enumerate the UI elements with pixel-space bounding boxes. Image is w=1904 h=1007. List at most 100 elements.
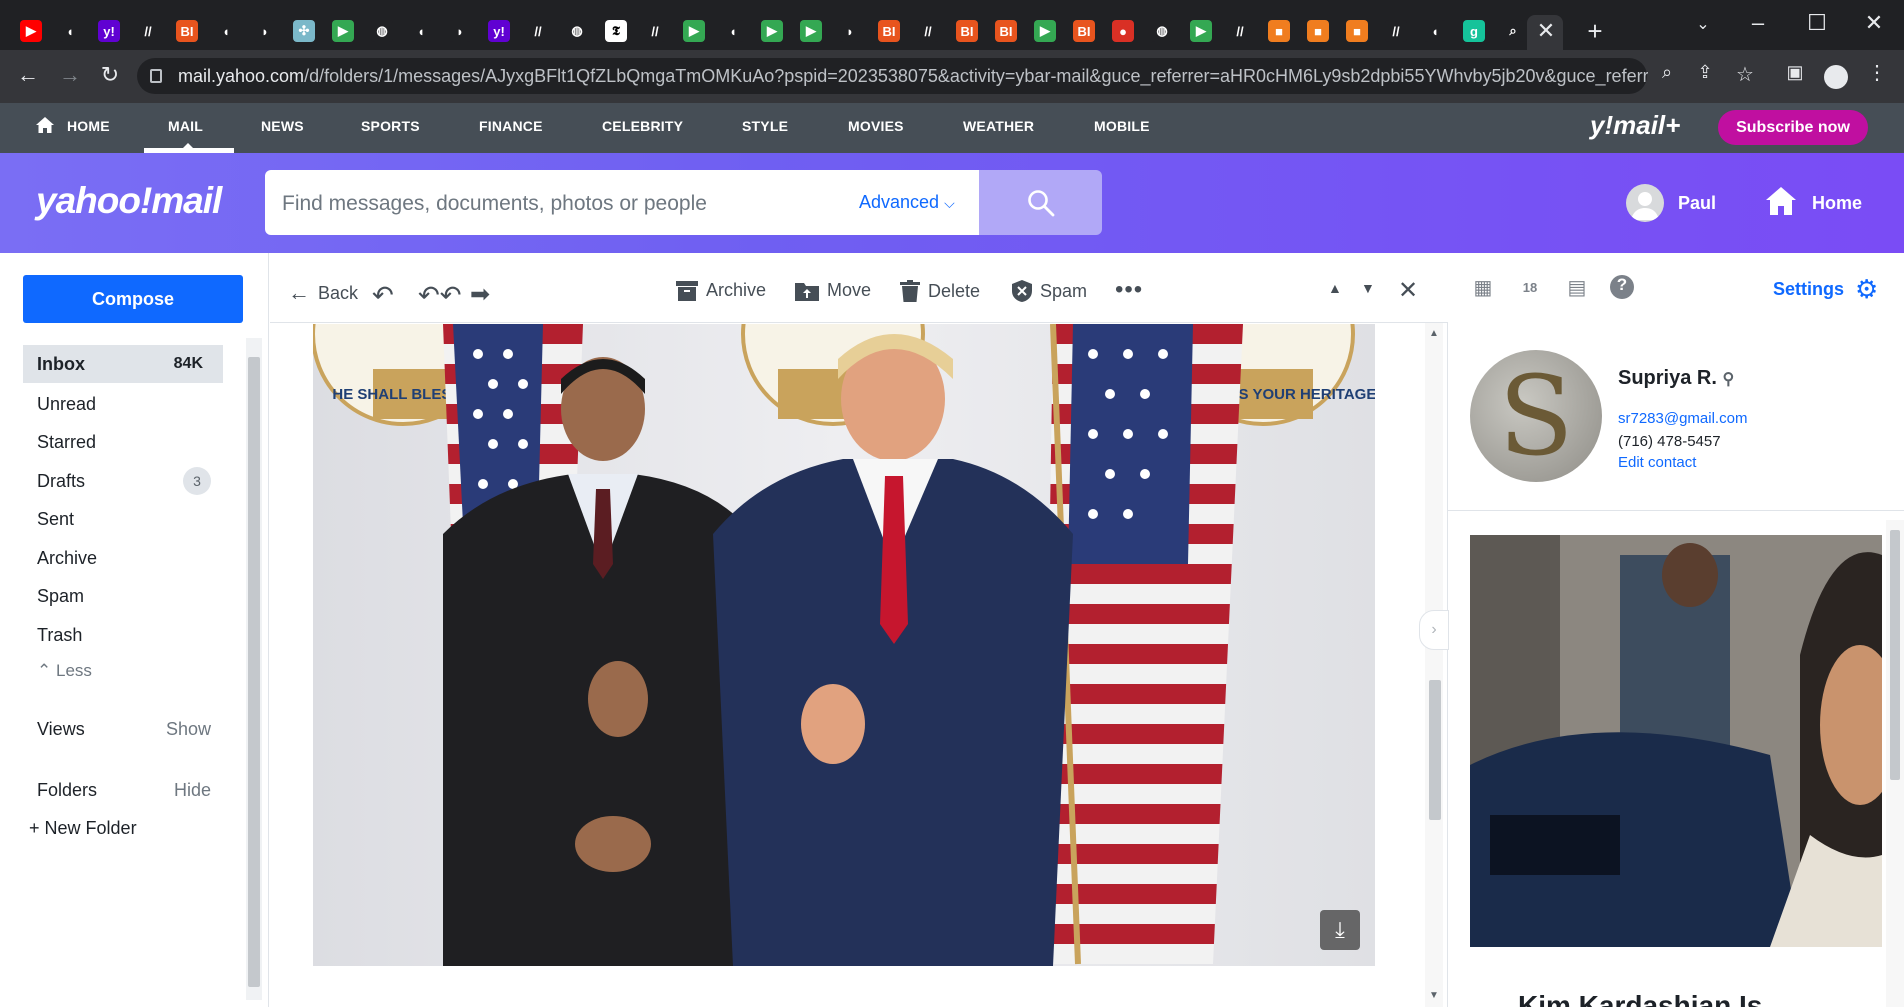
- subscribe-button[interactable]: Subscribe now: [1718, 110, 1868, 145]
- nav-celebrity[interactable]: CELEBRITY: [602, 118, 683, 134]
- folder-sent[interactable]: Sent: [23, 500, 223, 538]
- tab-puzzle-icon[interactable]: ✣: [293, 20, 315, 42]
- tab-play-icon[interactable]: ▶: [1034, 20, 1056, 42]
- tab-grammarly-icon[interactable]: g: [1463, 20, 1485, 42]
- folder-spam[interactable]: Spam: [23, 577, 223, 615]
- ad-image[interactable]: [1470, 535, 1882, 947]
- home-link[interactable]: Home: [1812, 193, 1862, 214]
- spam-button[interactable]: Spam: [1012, 280, 1087, 302]
- lock-icon[interactable]: [150, 69, 162, 83]
- views-show-button[interactable]: Show: [166, 719, 211, 740]
- nav-sports[interactable]: SPORTS: [361, 118, 420, 134]
- message-photo[interactable]: HE SHALL BLESS YOUR HE HE SHALL BLESS YO…: [313, 324, 1375, 966]
- folder-inbox[interactable]: Inbox 84K: [23, 345, 223, 383]
- tab-wsj-icon[interactable]: //: [1385, 20, 1407, 42]
- tab-shield-icon[interactable]: ◖: [722, 20, 744, 42]
- message-scrollbar[interactable]: [1425, 323, 1443, 1007]
- contact-avatar[interactable]: S: [1470, 350, 1602, 482]
- folder-unread[interactable]: Unread: [23, 385, 223, 423]
- next-message-icon[interactable]: ▼: [1361, 280, 1375, 296]
- archive-button[interactable]: Archive: [676, 280, 766, 301]
- back-nav-icon[interactable]: ←: [13, 62, 43, 88]
- tab-search-icon[interactable]: ⌄: [1688, 14, 1718, 34]
- tab-globe-icon[interactable]: ◍: [1151, 20, 1173, 42]
- tab-arrow-icon[interactable]: ◗: [449, 20, 471, 42]
- scroll-down-icon[interactable]: ▼: [1429, 990, 1439, 1001]
- tab-pin-icon[interactable]: ●: [1112, 20, 1134, 42]
- compose-button[interactable]: Compose: [23, 275, 243, 323]
- search-button[interactable]: [979, 170, 1102, 235]
- help-icon[interactable]: ?: [1610, 275, 1634, 299]
- forward-nav-icon[interactable]: →: [55, 62, 85, 88]
- tab-youtube-icon[interactable]: ▶: [20, 20, 42, 42]
- tab-bi-icon[interactable]: BI: [995, 20, 1017, 42]
- message-scroll-thumb[interactable]: [1429, 680, 1441, 820]
- tab-arrow-icon[interactable]: ◗: [839, 20, 861, 42]
- scroll-up-icon[interactable]: ▲: [1429, 328, 1439, 339]
- tab-play-icon[interactable]: ▶: [683, 20, 705, 42]
- user-name[interactable]: Paul: [1678, 193, 1716, 214]
- contact-name[interactable]: Supriya R. ⚲: [1618, 367, 1734, 390]
- tab-play-icon[interactable]: ▶: [332, 20, 354, 42]
- settings-link[interactable]: Settings: [1773, 279, 1844, 300]
- calendar-icon[interactable]: 18: [1517, 280, 1543, 306]
- nav-style[interactable]: STYLE: [742, 118, 788, 134]
- tab-shield-icon[interactable]: ◖: [410, 20, 432, 42]
- collapse-pane-icon[interactable]: ›: [1419, 610, 1449, 650]
- tab-bi-icon[interactable]: BI: [1073, 20, 1095, 42]
- notepad-icon[interactable]: ▤: [1564, 275, 1590, 301]
- tab-play-icon[interactable]: ▶: [800, 20, 822, 42]
- tab-shield-icon[interactable]: ◖: [59, 20, 81, 42]
- zoom-icon[interactable]: ⌕: [1652, 62, 1682, 83]
- profile-icon[interactable]: [1824, 65, 1848, 89]
- right-pane-scroll-thumb[interactable]: [1890, 530, 1900, 780]
- tab-wsj-icon[interactable]: //: [1229, 20, 1251, 42]
- contacts-icon[interactable]: ▦: [1470, 275, 1496, 301]
- mail-plus-logo[interactable]: y!mail+: [1590, 110, 1680, 141]
- previous-message-icon[interactable]: ▲: [1328, 280, 1342, 296]
- sidebar-scroll-thumb[interactable]: [248, 357, 260, 987]
- user-avatar[interactable]: [1626, 184, 1664, 222]
- nav-mobile[interactable]: MOBILE: [1094, 118, 1150, 134]
- tab-play-icon[interactable]: ▶: [761, 20, 783, 42]
- tab-wsj-icon[interactable]: //: [917, 20, 939, 42]
- tab-bi-icon[interactable]: BI: [176, 20, 198, 42]
- delete-button[interactable]: Delete: [900, 280, 980, 302]
- tab-bi-icon[interactable]: BI: [878, 20, 900, 42]
- tab-wsj-icon[interactable]: //: [644, 20, 666, 42]
- nav-home[interactable]: HOME: [67, 118, 110, 134]
- nav-finance[interactable]: FINANCE: [479, 118, 543, 134]
- chrome-menu-icon[interactable]: ⋮: [1862, 60, 1892, 85]
- move-button[interactable]: Move: [795, 280, 871, 301]
- tab-shield-icon[interactable]: ◖: [1424, 20, 1446, 42]
- new-folder-button[interactable]: + New Folder: [29, 818, 137, 839]
- contact-email[interactable]: sr7283@gmail.com: [1618, 410, 1747, 427]
- yahoo-mail-logo[interactable]: yahoo!mail: [36, 180, 222, 222]
- nav-movies[interactable]: MOVIES: [848, 118, 904, 134]
- folder-drafts[interactable]: Drafts 3: [23, 462, 223, 500]
- reply-all-icon[interactable]: ↶↶: [418, 280, 462, 311]
- tab-arrow-icon[interactable]: ◗: [254, 20, 276, 42]
- share-icon[interactable]: ⇪: [1690, 62, 1720, 83]
- side-panel-icon[interactable]: ▣: [1780, 62, 1810, 83]
- tab-bi-icon[interactable]: BI: [956, 20, 978, 42]
- tab-globe-icon[interactable]: ◍: [566, 20, 588, 42]
- tab-bookmark-icon[interactable]: ■: [1307, 20, 1329, 42]
- close-tab-icon[interactable]: ✕: [1531, 18, 1561, 44]
- edit-contact-link[interactable]: Edit contact: [1618, 454, 1696, 471]
- folders-hide-button[interactable]: Hide: [174, 780, 211, 801]
- tab-wsj-icon[interactable]: //: [137, 20, 159, 42]
- new-tab-icon[interactable]: +: [1580, 16, 1610, 47]
- tab-shield-icon[interactable]: ◖: [215, 20, 237, 42]
- tab-yahoo-icon[interactable]: y!: [98, 20, 120, 42]
- home-nav-icon[interactable]: [36, 117, 54, 133]
- tab-yahoo-icon[interactable]: y!: [488, 20, 510, 42]
- tab-bookmark-icon[interactable]: ■: [1346, 20, 1368, 42]
- tab-bookmark-icon[interactable]: ■: [1268, 20, 1290, 42]
- more-actions-icon[interactable]: •••: [1115, 276, 1143, 304]
- window-close-icon[interactable]: ✕: [1859, 10, 1889, 36]
- forward-icon[interactable]: ➡: [470, 280, 490, 309]
- search-contact-icon[interactable]: ⚲: [1722, 371, 1734, 388]
- tab-wsj-icon[interactable]: //: [527, 20, 549, 42]
- url-text[interactable]: mail.yahoo.com/d/folders/1/messages/AJyx…: [178, 66, 1648, 87]
